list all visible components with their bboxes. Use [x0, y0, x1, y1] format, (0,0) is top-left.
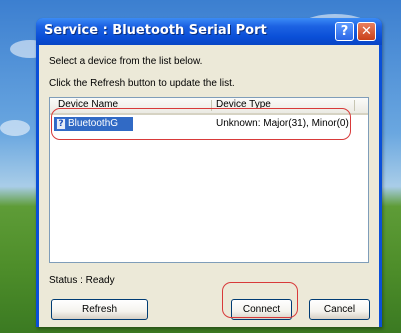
instruction-refresh: Click the Refresh button to update the l… [49, 78, 235, 89]
column-separator[interactable] [211, 100, 212, 111]
window-title: Service : Bluetooth Serial Port [44, 23, 267, 38]
connect-button[interactable]: Connect [231, 299, 292, 320]
dialog-body: Select a device from the list below. Cli… [39, 45, 379, 327]
device-type: Unknown: Major(31), Minor(0) [216, 118, 349, 129]
instruction-select: Select a device from the list below. [49, 56, 203, 67]
column-separator[interactable] [354, 100, 355, 111]
title-bar[interactable]: Service : Bluetooth Serial Port ? ✕ [36, 18, 382, 45]
column-header-device-name[interactable]: Device Name [58, 99, 118, 110]
cloud-decoration [0, 120, 30, 136]
list-header: Device Name Device Type [50, 98, 368, 115]
bluetooth-serial-port-dialog: Service : Bluetooth Serial Port ? ✕ Sele… [36, 18, 382, 327]
bluetooth-device-icon: ? [56, 118, 66, 130]
device-name: BluetoothG [68, 118, 119, 129]
status-text: Status : Ready [49, 275, 115, 286]
cancel-button[interactable]: Cancel [309, 299, 370, 320]
close-button[interactable]: ✕ [357, 22, 376, 41]
refresh-button[interactable]: Refresh [51, 299, 148, 320]
help-button[interactable]: ? [335, 22, 354, 41]
list-item[interactable]: ? BluetoothG Unknown: Major(31), Minor(0… [54, 117, 364, 131]
column-header-device-type[interactable]: Device Type [216, 99, 271, 110]
device-list[interactable]: Device Name Device Type ? BluetoothG Unk… [49, 97, 369, 263]
